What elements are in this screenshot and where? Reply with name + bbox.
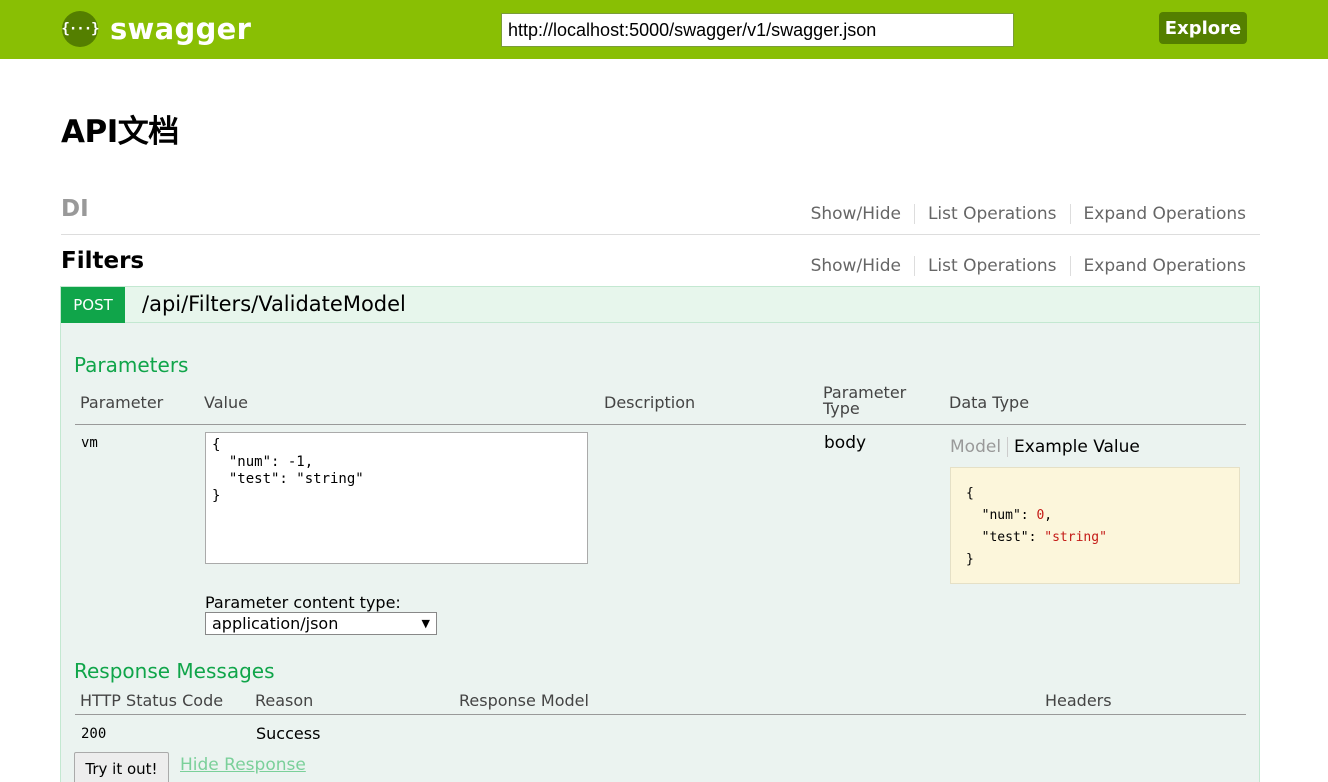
- example-value-box[interactable]: { "num": 0, "test": "string" }: [950, 467, 1240, 584]
- operation-header[interactable]: POST /api/Filters/ValidateModel: [61, 287, 1259, 323]
- expand-operations-link[interactable]: Expand Operations: [1071, 256, 1246, 276]
- example-val-num: 0: [1036, 508, 1045, 523]
- example-brace-open: {: [966, 486, 974, 501]
- resource-name-di[interactable]: DI: [61, 196, 89, 222]
- show-hide-link[interactable]: Show/Hide: [798, 256, 915, 276]
- example-val-test: "string": [1044, 530, 1107, 545]
- explore-button[interactable]: Explore: [1159, 12, 1247, 44]
- swagger-logo-icon: {···}: [61, 11, 100, 47]
- column-reason: Reason: [255, 691, 314, 710]
- list-operations-link[interactable]: List Operations: [915, 256, 1071, 276]
- show-hide-link[interactable]: Show/Hide: [798, 204, 915, 224]
- list-operations-link[interactable]: List Operations: [915, 204, 1071, 224]
- parameter-type: body: [824, 433, 867, 453]
- column-response-model: Response Model: [459, 691, 589, 710]
- column-data-type: Data Type: [949, 393, 1030, 412]
- example-brace-close: }: [966, 552, 974, 567]
- swagger-logo[interactable]: {···} swagger: [61, 11, 252, 47]
- column-parameter: Parameter: [80, 393, 164, 412]
- column-parameter-type: Parameter Type: [823, 383, 907, 418]
- operation-path[interactable]: /api/Filters/ValidateModel: [142, 292, 406, 316]
- parameters-title: Parameters: [74, 353, 189, 377]
- response-reason: Success: [256, 724, 321, 743]
- column-http-status-code: HTTP Status Code: [80, 691, 224, 710]
- hide-response-link[interactable]: Hide Response: [180, 755, 306, 775]
- content-type-label: Parameter content type:: [205, 593, 401, 612]
- expand-operations-link[interactable]: Expand Operations: [1071, 204, 1246, 224]
- response-status-code: 200: [81, 726, 107, 742]
- example-key-test: "test": [981, 530, 1029, 545]
- parameters-header-rule: [75, 424, 1246, 425]
- parameter-name: vm: [81, 435, 98, 451]
- data-type-tabs: Model Example Value: [950, 437, 1140, 457]
- tab-example-value[interactable]: Example Value: [1008, 437, 1140, 457]
- resource-divider: [61, 234, 1260, 235]
- content-type-value: application/json: [212, 614, 339, 633]
- http-method-badge[interactable]: POST: [61, 287, 125, 323]
- example-key-num: "num": [981, 508, 1021, 523]
- resource-links-di: Show/Hide List Operations Expand Operati…: [798, 204, 1246, 224]
- response-messages-title: Response Messages: [74, 659, 275, 683]
- try-it-out-button[interactable]: Try it out!: [74, 752, 169, 782]
- column-description: Description: [604, 393, 696, 412]
- resource-links-filters: Show/Hide List Operations Expand Operati…: [798, 256, 1246, 276]
- chevron-down-icon: ▼: [421, 617, 430, 630]
- page-title: API文档: [61, 114, 179, 150]
- responses-header-rule: [75, 714, 1246, 715]
- spec-url-input[interactable]: [501, 13, 1014, 47]
- resource-name-filters[interactable]: Filters: [61, 248, 144, 274]
- column-value: Value: [204, 393, 248, 412]
- column-headers: Headers: [1045, 691, 1112, 710]
- parameter-value-textarea[interactable]: { "num": -1, "test": "string" }: [205, 432, 588, 564]
- content-type-select[interactable]: application/json ▼: [205, 612, 437, 635]
- resource-header-di: DI Show/Hide List Operations Expand Oper…: [61, 196, 1260, 230]
- resource-header-filters: Filters Show/Hide List Operations Expand…: [61, 248, 1260, 282]
- top-bar: {···} swagger Explore: [0, 0, 1328, 59]
- swagger-logo-text: swagger: [110, 12, 252, 46]
- tab-model[interactable]: Model: [950, 437, 1009, 457]
- operation-panel: POST /api/Filters/ValidateModel Paramete…: [60, 286, 1260, 782]
